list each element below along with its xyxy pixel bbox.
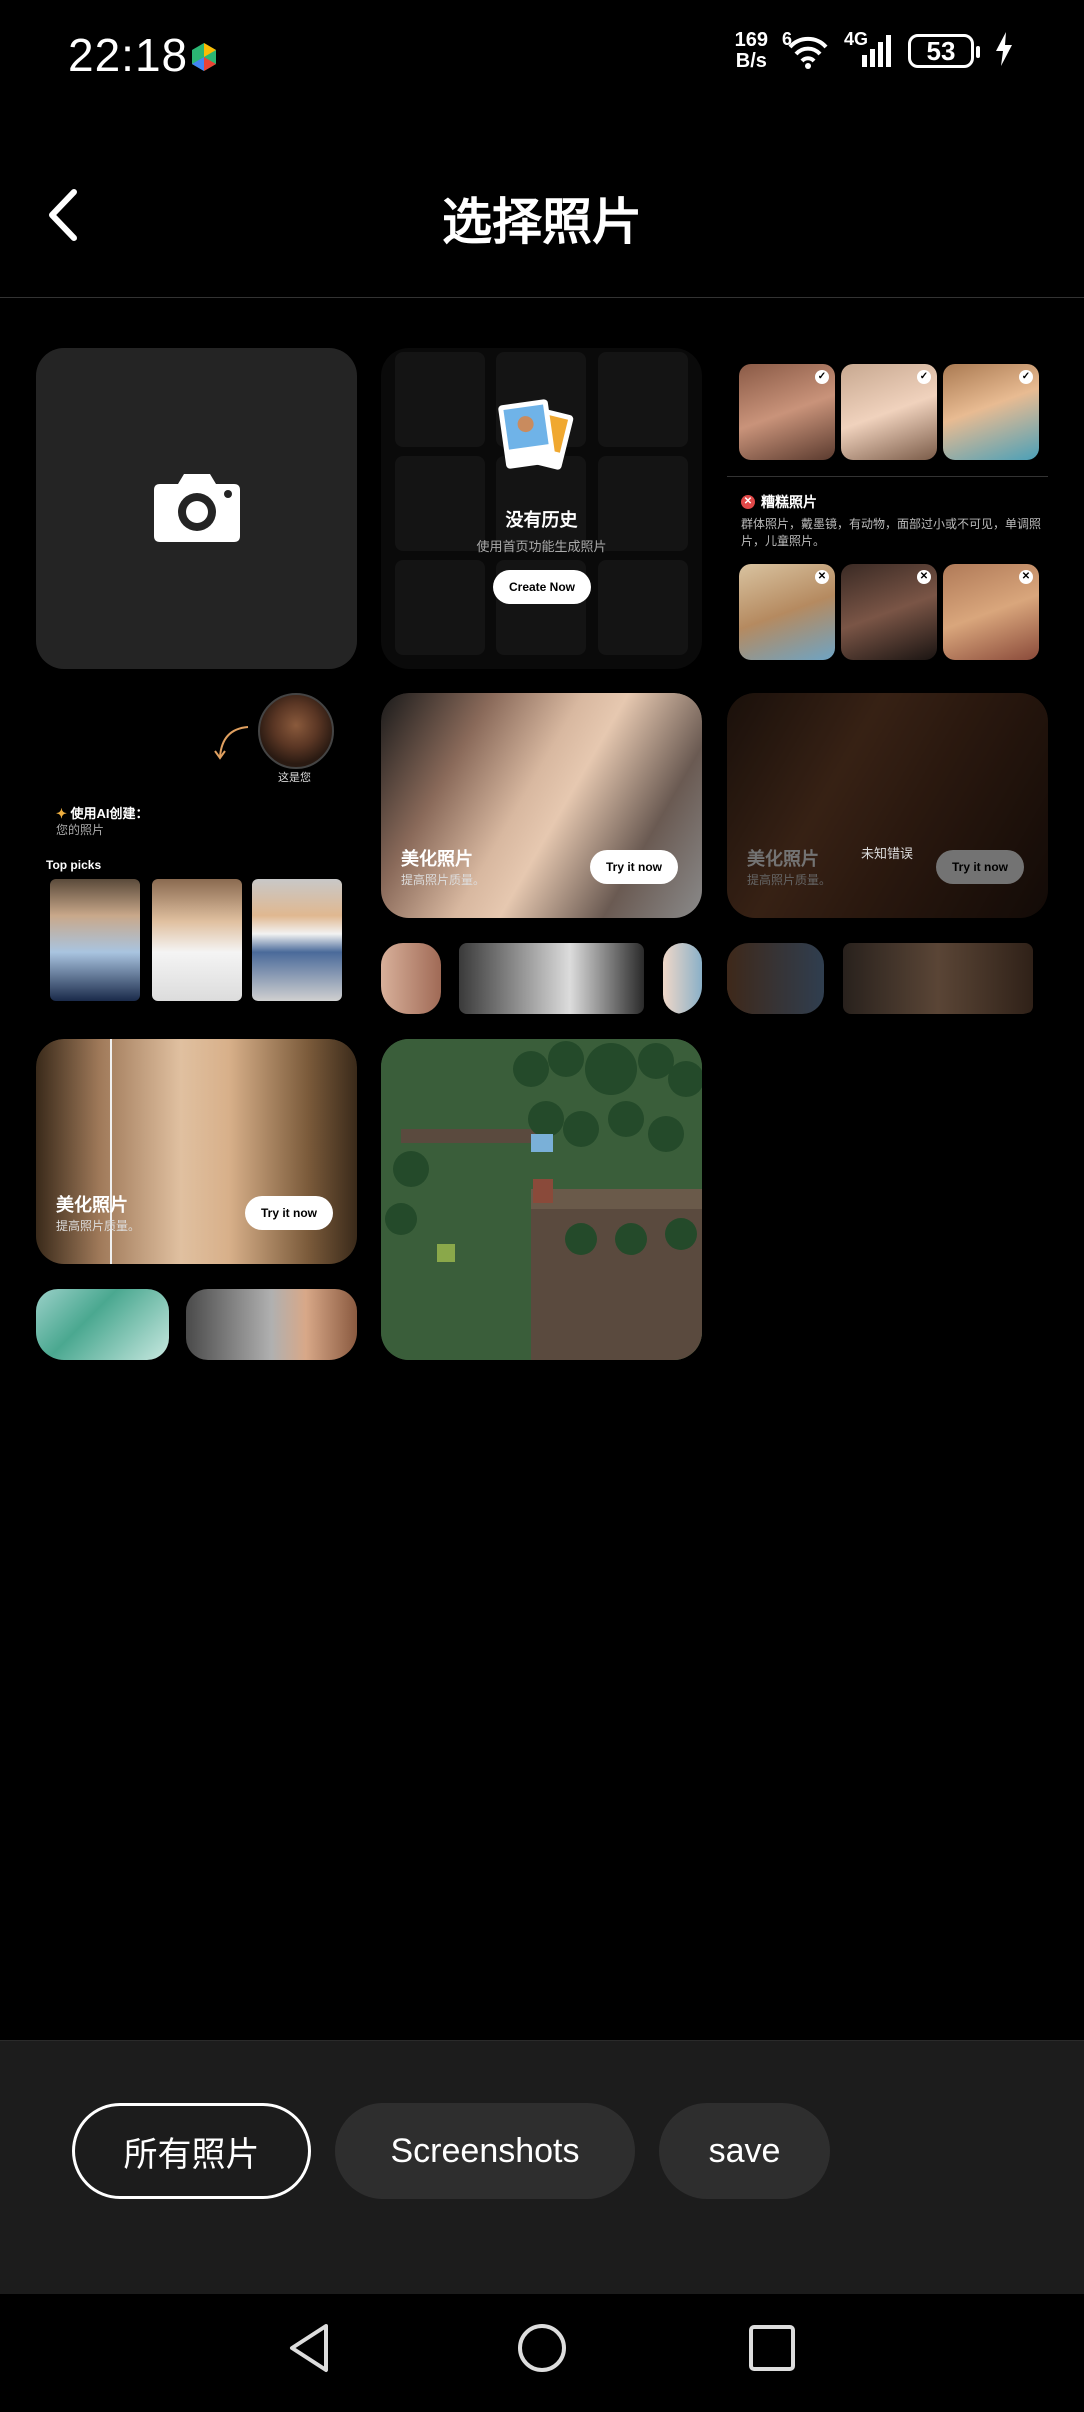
promo-label: 美化照片 bbox=[401, 849, 473, 869]
good-photo-thumb: ✓ bbox=[943, 364, 1039, 460]
enhance-photo-error-tile[interactable]: 美化照片 提高照片质量。 Try it now 未知错误 bbox=[727, 693, 1048, 1014]
camera-tile[interactable] bbox=[36, 348, 357, 669]
good-photo-thumb: ✓ bbox=[739, 364, 835, 460]
check-icon: ✓ bbox=[815, 370, 829, 384]
sample-thumb bbox=[459, 943, 644, 1014]
battery-icon: 53 bbox=[908, 34, 980, 68]
header-divider bbox=[0, 297, 1084, 298]
promo-subtitle: 提高照片质量。 bbox=[401, 873, 486, 887]
wifi-icon: 6 bbox=[782, 29, 830, 69]
bad-photos-desc: 群体照片，戴墨镜，有动物，面部过小或不可见，单调照片，儿童照片。 bbox=[741, 517, 1042, 548]
top-pick-thumb[interactable] bbox=[50, 879, 140, 1001]
charging-icon bbox=[994, 31, 1014, 71]
sample-thumb bbox=[186, 1289, 357, 1360]
history-tile: 没有历史 使用首页功能生成照片 Create Now bbox=[381, 348, 702, 669]
promo-subtitle: 提高照片质量。 bbox=[56, 1219, 141, 1233]
top-pick-thumb[interactable] bbox=[252, 879, 342, 1001]
top-pick-thumb[interactable] bbox=[152, 879, 242, 1001]
net-speed: 169 B/s bbox=[734, 29, 768, 72]
avatar bbox=[258, 693, 334, 769]
sample-thumb bbox=[381, 943, 441, 1014]
history-subtitle: 使用首页功能生成照片 bbox=[476, 539, 607, 554]
avatar-badge: 这是您 bbox=[278, 772, 311, 784]
good-photo-thumb: ✓ bbox=[841, 364, 937, 460]
try-it-now-button[interactable]: Try it now bbox=[590, 850, 678, 884]
close-icon: ✕ bbox=[815, 570, 829, 584]
album-chip-save[interactable]: save bbox=[659, 2103, 830, 2199]
enhance-photo-tile[interactable]: 美化照片 提高照片质量。 Try it now bbox=[381, 693, 702, 1014]
bad-photo-thumb: ✕ bbox=[739, 564, 835, 660]
ai-heading: ✦ 使用AI创建： bbox=[56, 806, 149, 821]
check-icon: ✓ bbox=[1019, 370, 1033, 384]
promo-label: 美化照片 bbox=[56, 1195, 128, 1215]
signal-icon: 4G bbox=[844, 29, 894, 69]
camera-icon bbox=[154, 474, 240, 542]
back-triangle-icon[interactable] bbox=[284, 2320, 336, 2376]
ai-create-tile[interactable]: 这是您 ✦ 使用AI创建： 您的照片 Top picks bbox=[36, 693, 357, 1014]
bad-photos-title: ✕ 糟糕照片 bbox=[741, 492, 817, 512]
bad-photo-thumb: ✕ bbox=[841, 564, 937, 660]
top-picks-label: Top picks bbox=[46, 858, 102, 872]
create-now-button[interactable]: Create Now bbox=[493, 570, 591, 604]
close-icon: ✕ bbox=[1019, 570, 1033, 584]
play-store-icon bbox=[188, 40, 220, 74]
sample-thumb bbox=[663, 943, 702, 1014]
close-icon: ✕ bbox=[917, 570, 931, 584]
home-circle-icon[interactable] bbox=[514, 2320, 570, 2376]
recents-square-icon[interactable] bbox=[744, 2320, 800, 2376]
curved-arrow-icon bbox=[214, 726, 249, 760]
x-icon: ✕ bbox=[741, 495, 755, 509]
sparkle-icon: ✦ bbox=[56, 806, 67, 821]
album-chip-all-photos[interactable]: 所有照片 bbox=[72, 2103, 311, 2199]
system-nav-bar bbox=[0, 2294, 1084, 2412]
page-title: 选择照片 bbox=[442, 194, 642, 250]
game-scene bbox=[381, 1039, 702, 1360]
bad-photo-thumb: ✕ bbox=[943, 564, 1039, 660]
photo-guide-tile: ✓ ✓ ✓ ✕ 糟糕照片 群体照片，戴墨镜，有动物，面部过小或不可见，单调照片，… bbox=[727, 348, 1048, 669]
photos-illustration bbox=[494, 398, 584, 490]
album-chip-screenshots[interactable]: Screenshots bbox=[335, 2103, 635, 2199]
ai-sub: 您的照片 bbox=[56, 823, 105, 837]
try-it-now-button[interactable]: Try it now bbox=[245, 1196, 333, 1230]
check-icon: ✓ bbox=[917, 370, 931, 384]
status-icons: 169 B/s 6 4G 53 bbox=[734, 29, 1014, 72]
history-title: 没有历史 bbox=[505, 510, 578, 530]
enhance-photo-tile[interactable]: 美化照片 提高照片质量。 Try it now bbox=[36, 1039, 357, 1360]
status-time: 22:18 bbox=[68, 29, 189, 81]
game-screenshot-thumb[interactable] bbox=[381, 1039, 702, 1360]
sample-thumb bbox=[36, 1289, 169, 1360]
error-message: 未知错误 bbox=[861, 846, 914, 861]
